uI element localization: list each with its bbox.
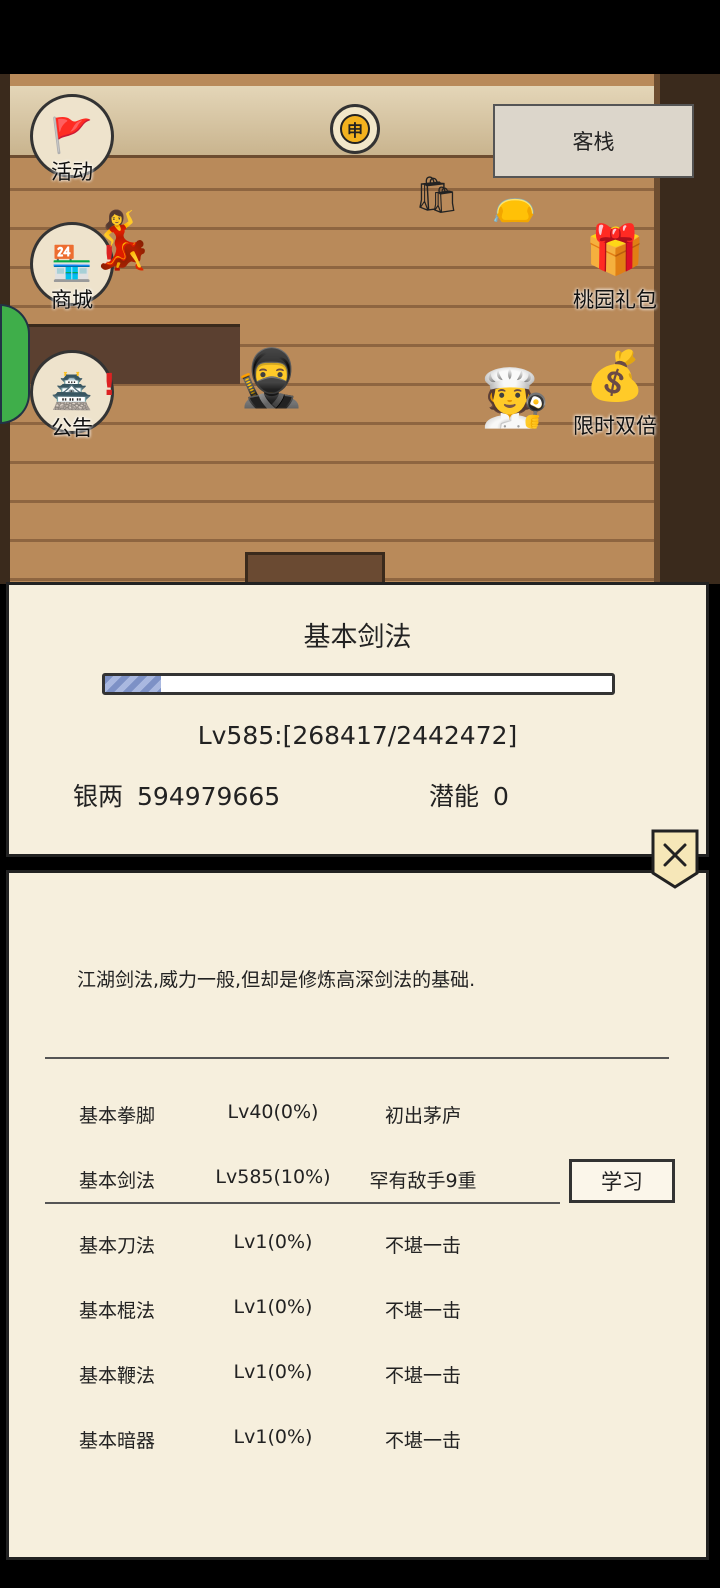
silver-label: 银两: [73, 782, 124, 811]
skill-rank: 不堪一击: [384, 1365, 461, 1387]
skill-description: 江湖剑法,威力一般,但却是修炼高深剑法的基础.: [77, 969, 476, 991]
potential-stat: 潜能 0: [429, 777, 509, 813]
skill-progress-bar: [102, 673, 615, 695]
divider: [45, 1057, 669, 1059]
skill-level: Lv1(0%): [233, 1231, 313, 1253]
npc-innkeeper[interactable]: 🧑‍🍳: [470, 330, 560, 466]
skill-rank: 不堪一击: [384, 1300, 461, 1322]
skill-rank: 不堪一击: [384, 1430, 461, 1452]
player-character[interactable]: 🥷: [208, 296, 332, 460]
skill-detail-panel: 江湖剑法,威力一般,但却是修炼高深剑法的基础. 基本拳脚 Lv40(0%) 初出…: [6, 870, 709, 1560]
skill-row[interactable]: 基本刀法 Lv1(0%) 不堪一击: [9, 1219, 706, 1269]
menu-gift-pack-label: 桃园礼包: [573, 288, 657, 312]
skill-title: 基本剑法: [303, 622, 412, 653]
menu-double-bonus-label: 限时双倍: [573, 414, 657, 438]
skill-name: 基本鞭法: [79, 1365, 156, 1387]
npc-lady[interactable]: 💃: [82, 170, 162, 310]
menu-announcement-label: 公告: [51, 416, 93, 440]
skill-level: Lv1(0%): [233, 1296, 313, 1318]
skill-level-text: Lv585:[268417/2442472]: [197, 721, 518, 750]
skill-level: Lv1(0%): [233, 1426, 313, 1448]
skill-name: 基本棍法: [79, 1300, 156, 1322]
menu-gift-pack[interactable]: 🎁 桃园礼包: [560, 214, 670, 314]
menu-announcement[interactable]: 🏯 ! 公告: [24, 350, 120, 442]
door[interactable]: [245, 552, 385, 584]
skill-name: 基本暗器: [79, 1430, 156, 1452]
skill-rank: 不堪一击: [384, 1235, 461, 1257]
menu-double-bonus[interactable]: 💰 限时双倍: [560, 340, 670, 440]
announcement-alert-icon: !: [102, 368, 116, 403]
potential-label: 潜能: [429, 782, 480, 811]
skill-rank: 罕有敌手9重: [369, 1170, 477, 1192]
skill-progress-fill: [105, 676, 161, 692]
close-button[interactable]: [651, 829, 699, 889]
treasure-chest-icon: 💰: [585, 347, 645, 404]
skill-row[interactable]: 基本鞭法 Lv1(0%) 不堪一击: [9, 1349, 706, 1399]
close-icon: [651, 829, 699, 889]
silver-value: 594979665: [137, 782, 281, 811]
skill-level: Lv585(10%): [215, 1166, 331, 1188]
skill-panel: 基本剑法 Lv585:[268417/2442472] 银两 594979665 …: [6, 582, 709, 857]
status-bar: [0, 0, 720, 74]
grain-sack: 👝: [491, 183, 537, 224]
time-badge: 申: [330, 104, 380, 154]
skill-row[interactable]: 基本暗器 Lv1(0%) 不堪一击: [9, 1414, 706, 1464]
inn-button[interactable]: 客栈: [493, 104, 694, 178]
skill-row[interactable]: 基本棍法 Lv1(0%) 不堪一击: [9, 1284, 706, 1334]
skill-name: 基本拳脚: [79, 1105, 156, 1127]
inn-scene: 申 客栈 🚩 活动 🏪 ! 商城 🏯 ! 公告 🎁 桃园礼包 💰 限时双倍 💃 …: [0, 74, 720, 584]
skill-row[interactable]: 基本拳脚 Lv40(0%) 初出茅庐: [9, 1089, 706, 1139]
silver-stat: 银两 594979665: [73, 777, 280, 813]
skill-rank: 初出茅庐: [384, 1105, 461, 1127]
skill-name: 基本刀法: [79, 1235, 156, 1257]
goods-sacks: 🛍: [414, 175, 460, 216]
skill-level: Lv40(0%): [227, 1101, 319, 1123]
skill-name: 基本剑法: [79, 1170, 156, 1192]
potential-value: 0: [493, 782, 509, 811]
learn-button[interactable]: 学习: [569, 1159, 675, 1203]
gift-box-icon: 🎁: [585, 221, 645, 278]
skill-row-selected[interactable]: 基本剑法 Lv585(10%) 罕有敌手9重: [45, 1154, 560, 1204]
skill-level: Lv1(0%): [233, 1361, 313, 1383]
time-badge-label: 申: [340, 114, 370, 144]
